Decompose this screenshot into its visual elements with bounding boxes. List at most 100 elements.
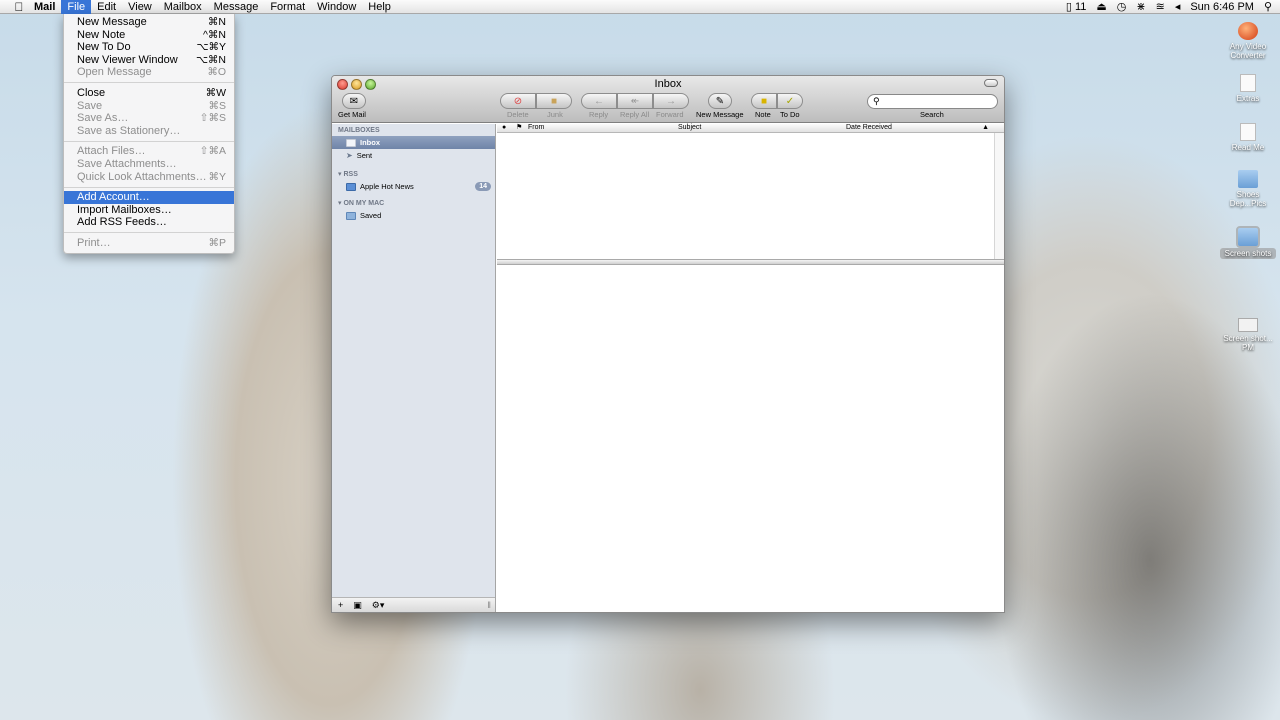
battery-indicator[interactable]: ▯ 11 xyxy=(1066,0,1087,13)
menu-format[interactable]: Format xyxy=(264,0,311,14)
file-menu-item-save-attachments[interactable]: Save Attachments… xyxy=(64,158,234,171)
message-preview-pane xyxy=(497,265,1004,612)
file-menu-item-print[interactable]: Print… ⌘P xyxy=(64,237,234,250)
search-field[interactable]: ⚲ xyxy=(867,94,998,109)
desktop-icon-read-me[interactable]: Read Me xyxy=(1220,123,1276,152)
delete-button[interactable]: ⊘ xyxy=(500,93,536,109)
menu-item-shortcut: ⌥⌘Y xyxy=(196,41,226,54)
file-menu-item-save[interactable]: Save ⌘S xyxy=(64,100,234,113)
rss-feed-icon xyxy=(346,182,356,191)
magnifier-icon: ⚲ xyxy=(873,96,880,106)
menu-message[interactable]: Message xyxy=(208,0,265,14)
desktop-icon-any-video-converter[interactable]: Any Video Converter xyxy=(1220,22,1276,60)
menu-separator xyxy=(64,82,234,84)
desktop-icon-screen-shots[interactable]: Screen shots xyxy=(1220,226,1276,259)
menu-separator xyxy=(64,232,234,234)
menu-item-label: Close xyxy=(77,86,106,99)
menu-item-shortcut: ^⌘N xyxy=(202,28,226,41)
file-menu-item-quick-look-attachments[interactable]: Quick Look Attachments… ⌘Y xyxy=(64,171,234,184)
reply-label: Reply xyxy=(589,110,609,119)
gear-icon[interactable]: ⚙▾ xyxy=(372,600,385,611)
menu-mailbox[interactable]: Mailbox xyxy=(158,0,208,14)
app-icon xyxy=(1238,22,1258,40)
menu-separator xyxy=(64,140,234,142)
note-label: Note xyxy=(755,110,771,119)
mailbox-sidebar: MAILBOXES Inbox ➤ Sent ▾ RSS Apple Hot Ne… xyxy=(332,124,496,612)
desktop-icon-extras[interactable]: Extras xyxy=(1220,74,1276,103)
todo-label: To Do xyxy=(780,110,800,119)
file-menu-item-new-viewer-window[interactable]: New Viewer Window ⌥⌘N xyxy=(64,54,234,67)
file-menu-item-import-mailboxes[interactable]: Import Mailboxes… xyxy=(64,204,234,217)
menu-item-label: Attach Files… xyxy=(77,145,146,158)
unread-count-badge: 14 xyxy=(475,182,491,191)
sidebar-item-inbox[interactable]: Inbox xyxy=(332,136,495,149)
menu-help[interactable]: Help xyxy=(362,0,397,14)
file-menu-item-add-rss-feeds[interactable]: Add RSS Feeds… xyxy=(64,216,234,229)
wifi-icon[interactable]: ≊ xyxy=(1156,0,1165,13)
desktop-icon-screen-shot[interactable]: Screen shot... PM xyxy=(1220,318,1276,352)
status-menus: ▯ 11 ⏏ ◷ ⋇ ≊ ◂ Sun 6:46 PM ⚲ xyxy=(1066,0,1280,14)
menu-item-label: New To Do xyxy=(77,41,131,54)
folder-icon xyxy=(346,211,356,220)
menu-item-label: Open Message xyxy=(77,66,152,79)
menu-app[interactable]: Mail xyxy=(30,0,61,14)
forward-button[interactable]: → xyxy=(653,93,689,109)
menu-window[interactable]: Window xyxy=(311,0,362,14)
note-icon: ■ xyxy=(760,95,768,107)
new-message-button[interactable]: ✎ xyxy=(708,93,732,109)
sidebar-item-saved[interactable]: Saved xyxy=(332,209,495,222)
file-menu-item-save-as[interactable]: Save As… ⇧⌘S xyxy=(64,112,234,125)
on-my-mac-header[interactable]: ▾ ON MY MAC xyxy=(332,198,495,209)
apple-menu-icon[interactable]:  xyxy=(8,0,30,14)
file-menu-item-open-message[interactable]: Open Message ⌘O xyxy=(64,66,234,79)
file-menu-item-new-to-do[interactable]: New To Do ⌥⌘Y xyxy=(64,41,234,54)
menu-item-label: Add Account… xyxy=(77,191,150,204)
checkmark-icon: ✓ xyxy=(785,95,795,107)
toolbar-toggle-button[interactable] xyxy=(984,79,998,87)
sidebar-item-apple-hot-news[interactable]: Apple Hot News 14 xyxy=(332,180,495,193)
menu-item-label: New Message xyxy=(77,16,147,28)
delete-icon: ⊘ xyxy=(513,95,523,107)
volume-icon[interactable]: ◂ xyxy=(1175,0,1181,13)
time-machine-icon[interactable]: ◷ xyxy=(1117,0,1127,13)
bluetooth-icon[interactable]: ⋇ xyxy=(1136,0,1145,13)
rss-header[interactable]: ▾ RSS xyxy=(332,169,495,180)
todo-button[interactable]: ✓ xyxy=(777,93,803,109)
reply-button[interactable]: ← xyxy=(581,93,617,109)
menu-item-label: Quick Look Attachments… xyxy=(77,170,207,183)
mailboxes-header: MAILBOXES xyxy=(338,127,380,134)
eject-icon[interactable]: ⏏ xyxy=(1096,0,1106,13)
message-list-scrollbar[interactable] xyxy=(994,133,1004,259)
file-menu-item-close[interactable]: Close ⌘W xyxy=(64,87,234,100)
get-mail-button[interactable]: ✉ xyxy=(342,93,366,109)
image-icon xyxy=(1238,318,1258,332)
menu-view[interactable]: View xyxy=(122,0,158,14)
show-activity-icon[interactable]: ▣ xyxy=(353,600,362,611)
menu-item-label: New Note xyxy=(77,28,126,41)
file-menu-item-new-note[interactable]: New Note ^⌘N xyxy=(64,29,234,42)
note-button[interactable]: ■ xyxy=(751,93,777,109)
compose-icon: ✎ xyxy=(715,95,725,107)
reply-all-button[interactable]: ↞ xyxy=(617,93,653,109)
desktop-icon-shoes-dep-pics[interactable]: Shoes Dep...Pics xyxy=(1220,170,1276,208)
spotlight-icon[interactable]: ⚲ xyxy=(1264,0,1272,13)
file-menu-item-new-message[interactable]: New Message ⌘N xyxy=(64,16,234,29)
menu-file[interactable]: File xyxy=(61,0,92,14)
resize-grip-icon[interactable]: ‖ xyxy=(487,600,491,610)
menu-item-label: New Viewer Window xyxy=(77,53,178,66)
message-list[interactable] xyxy=(497,133,1004,259)
status-column-header[interactable]: ● xyxy=(502,124,506,132)
menu-item-shortcut: ⌥⌘N xyxy=(195,53,226,66)
file-menu-item-add-account[interactable]: Add Account… xyxy=(64,191,234,204)
clock[interactable]: Sun 6:46 PM xyxy=(1190,1,1254,13)
menu-edit[interactable]: Edit xyxy=(91,0,122,14)
from-column-header[interactable]: From xyxy=(528,124,544,132)
file-menu-item-save-as-stationery[interactable]: Save as Stationery… xyxy=(64,125,234,138)
subject-column-header[interactable]: Subject xyxy=(678,124,701,132)
flag-column-header[interactable]: ⚑ xyxy=(516,124,522,132)
add-mailbox-icon[interactable]: + xyxy=(338,600,343,610)
file-menu-item-attach-files[interactable]: Attach Files… ⇧⌘A xyxy=(64,145,234,158)
junk-button[interactable]: ■ xyxy=(536,93,572,109)
sidebar-item-sent[interactable]: ➤ Sent xyxy=(332,149,495,162)
search-label: Search xyxy=(920,110,944,119)
